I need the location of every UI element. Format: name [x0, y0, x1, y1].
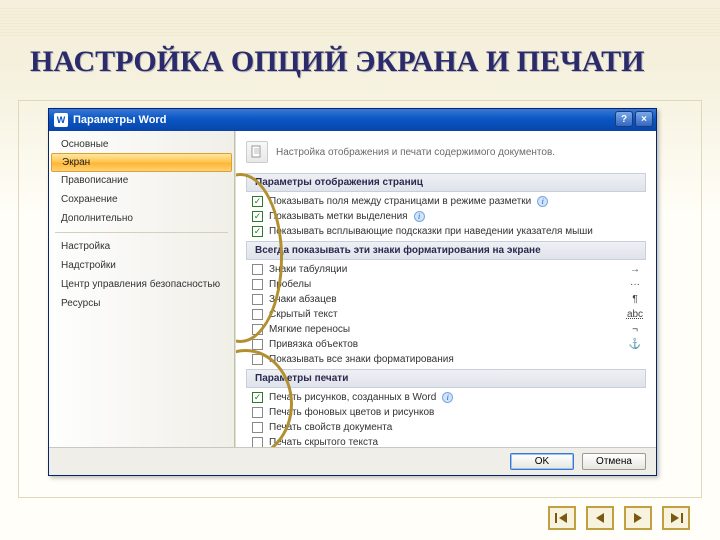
checkbox-icon[interactable]: ✓	[252, 226, 263, 237]
checkbox-icon[interactable]: ✓	[252, 309, 263, 320]
symbol-preview: ¬	[626, 324, 644, 335]
opt-print-drawings[interactable]: ✓ Печать рисунков, созданных в Word i	[246, 390, 646, 405]
checkbox-icon[interactable]: ✓	[252, 392, 263, 403]
sidebar-item-advanced[interactable]: Дополнительно	[49, 209, 234, 228]
opt-print-properties[interactable]: ✓ Печать свойств документа	[246, 420, 646, 435]
sidebar-item-customize[interactable]: Настройка	[49, 237, 234, 256]
sidebar-item-display[interactable]: Экран	[51, 153, 232, 172]
sidebar-item-resources[interactable]: Ресурсы	[49, 294, 234, 313]
option-label: Привязка объектов	[269, 339, 358, 350]
checkbox-icon[interactable]: ✓	[252, 437, 263, 447]
decorative-stripes	[0, 8, 720, 38]
sidebar-separator	[55, 232, 228, 233]
ok-button[interactable]: OK	[510, 453, 574, 470]
option-label: Печать фоновых цветов и рисунков	[269, 407, 434, 418]
option-label: Печать скрытого текста	[269, 437, 378, 447]
slide-title: НАСТРОЙКА ОПЦИЙ ЭКРАНА И ПЕЧАТИ	[30, 46, 644, 78]
option-label: Пробелы	[269, 279, 311, 290]
symbol-preview: ···	[626, 279, 644, 290]
checkbox-icon[interactable]: ✓	[252, 196, 263, 207]
opt-show-whitespace[interactable]: ✓ Показывать поля между страницами в реж…	[246, 194, 646, 209]
section-page-display: Параметры отображения страниц	[246, 173, 646, 192]
sidebar-item-trustcenter[interactable]: Центр управления безопасностью	[49, 275, 234, 294]
opt-paragraph-marks[interactable]: ✓ Знаки абзацев ¶	[246, 292, 646, 307]
section-printing: Параметры печати	[246, 369, 646, 388]
nav-last-button[interactable]	[662, 506, 690, 530]
opt-print-bgcolors[interactable]: ✓ Печать фоновых цветов и рисунков	[246, 405, 646, 420]
option-label: Печать рисунков, созданных в Word	[269, 392, 436, 403]
symbol-preview: ⚓	[626, 339, 644, 350]
checkbox-icon[interactable]: ✓	[252, 264, 263, 275]
option-label: Скрытый текст	[269, 309, 338, 320]
cancel-button[interactable]: Отмена	[582, 453, 646, 470]
option-label: Показывать поля между страницами в режим…	[269, 196, 531, 207]
word-options-dialog: W Параметры Word ? × Основные Экран Прав…	[48, 108, 657, 476]
content-description: Настройка отображения и печати содержимо…	[276, 147, 555, 158]
option-label: Показывать все знаки форматирования	[269, 354, 454, 365]
checkbox-icon[interactable]: ✓	[252, 211, 263, 222]
info-icon[interactable]: i	[442, 392, 453, 403]
option-label: Знаки абзацев	[269, 294, 337, 305]
dialog-buttonbar: OK Отмена	[49, 447, 656, 475]
nav-first-button[interactable]	[548, 506, 576, 530]
opt-object-anchors[interactable]: ✓ Привязка объектов ⚓	[246, 337, 646, 352]
slide-navbar	[548, 506, 690, 530]
titlebar[interactable]: W Параметры Word ? ×	[49, 109, 656, 131]
page-icon	[246, 141, 268, 163]
option-label: Печать свойств документа	[269, 422, 392, 433]
checkbox-icon[interactable]: ✓	[252, 422, 263, 433]
symbol-preview: →	[626, 264, 644, 275]
app-icon: W	[54, 113, 68, 127]
opt-spaces[interactable]: ✓ Пробелы ···	[246, 277, 646, 292]
symbol-preview: abc	[626, 309, 644, 320]
symbol-preview: ¶	[626, 294, 644, 305]
help-button[interactable]: ?	[615, 111, 633, 127]
checkbox-icon[interactable]: ✓	[252, 279, 263, 290]
sidebar-item-general[interactable]: Основные	[49, 135, 234, 154]
checkbox-icon[interactable]: ✓	[252, 339, 263, 350]
section-formatting-marks: Всегда показывать эти знаки форматирован…	[246, 241, 646, 260]
checkbox-icon[interactable]: ✓	[252, 407, 263, 418]
option-label: Показывать метки выделения	[269, 211, 408, 222]
nav-next-button[interactable]	[624, 506, 652, 530]
sidebar-item-save[interactable]: Сохранение	[49, 190, 234, 209]
sidebar-item-proofing[interactable]: Правописание	[49, 171, 234, 190]
option-label: Знаки табуляции	[269, 264, 347, 275]
option-label: Мягкие переносы	[269, 324, 350, 335]
close-button[interactable]: ×	[635, 111, 653, 127]
category-sidebar: Основные Экран Правописание Сохранение Д…	[49, 131, 235, 447]
opt-tab-marks[interactable]: ✓ Знаки табуляции →	[246, 262, 646, 277]
info-icon[interactable]: i	[414, 211, 425, 222]
info-icon[interactable]: i	[537, 196, 548, 207]
content-pane: Настройка отображения и печати содержимо…	[235, 131, 656, 447]
sidebar-item-addins[interactable]: Надстройки	[49, 256, 234, 275]
dialog-title: Параметры Word	[73, 114, 166, 126]
checkbox-icon[interactable]: ✓	[252, 324, 263, 335]
opt-print-hidden[interactable]: ✓ Печать скрытого текста	[246, 435, 646, 447]
opt-show-highlight[interactable]: ✓ Показывать метки выделения i	[246, 209, 646, 224]
checkbox-icon[interactable]: ✓	[252, 294, 263, 305]
opt-hidden-text[interactable]: ✓ Скрытый текст abc	[246, 307, 646, 322]
opt-soft-hyphens[interactable]: ✓ Мягкие переносы ¬	[246, 322, 646, 337]
nav-prev-button[interactable]	[586, 506, 614, 530]
option-label: Показывать всплывающие подсказки при нав…	[269, 226, 593, 237]
checkbox-icon[interactable]: ✓	[252, 354, 263, 365]
opt-show-all-marks[interactable]: ✓ Показывать все знаки форматирования	[246, 352, 646, 367]
opt-show-tooltips[interactable]: ✓ Показывать всплывающие подсказки при н…	[246, 224, 646, 239]
